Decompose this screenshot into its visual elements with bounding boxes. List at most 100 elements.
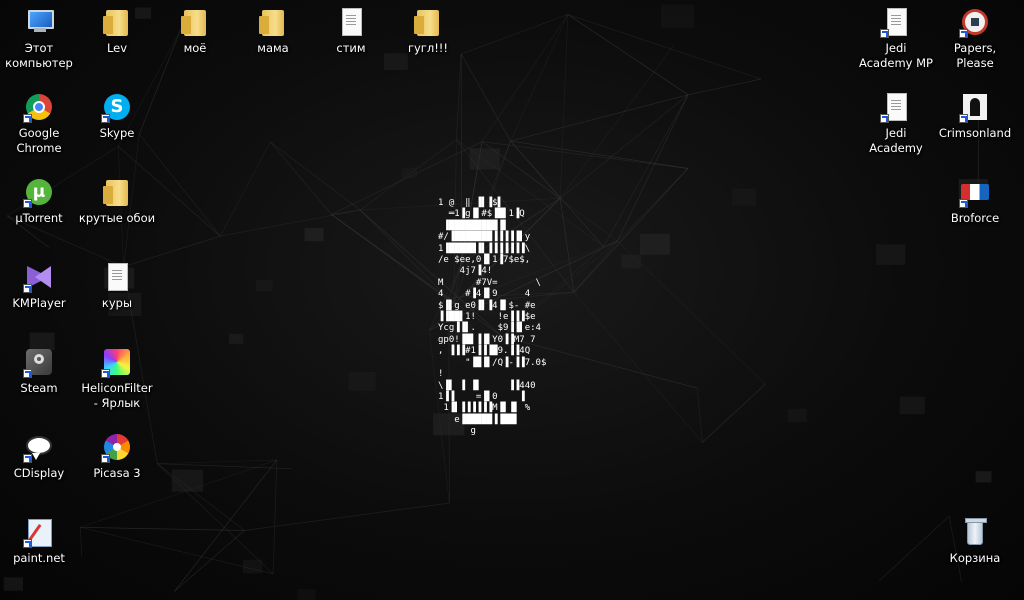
wallpaper-line (220, 209, 361, 237)
wallpaper-line (272, 459, 278, 574)
cdisplay-icon (23, 431, 55, 463)
wallpaper-line (157, 459, 277, 465)
wallpaper-line (688, 78, 761, 96)
icon-label: Корзина (949, 551, 1001, 565)
wallpaper-line (696, 388, 703, 443)
wallpaper-bokeh (876, 244, 906, 265)
wallpaper-bokeh (256, 279, 273, 292)
document-icon (101, 261, 133, 293)
icon-label: CDisplay (13, 466, 65, 480)
wallpaper-line (559, 45, 674, 199)
wallpaper-line (559, 94, 689, 199)
wallpaper-line (331, 214, 455, 305)
wallpaper-line (270, 141, 332, 215)
wallpaper-ascii-skull: 1 @ ‖ ▐▌▐$▌ ═1▐g▐▌#$▐█▌1▐Q ▐█████████▐▌ … (438, 198, 578, 436)
icon-label: µTorrent (15, 211, 63, 225)
user-folder-icon (101, 6, 133, 38)
desktop: 1 @ ‖ ▐▌▐$▌ ═1▐g▐▌#$▐█▌1▐Q ▐█████████▐▌ … (0, 0, 1024, 600)
wallpaper-bokeh (469, 148, 500, 170)
desktop-icon-krutye-oboi[interactable]: крутые обои (78, 176, 156, 226)
wallpaper-line (174, 530, 245, 592)
chrome-icon (23, 91, 55, 123)
desktop-icon-cdisplay[interactable]: CDisplay (0, 431, 78, 481)
desktop-icon-moyo[interactable]: моё (156, 6, 234, 56)
desktop-icon-skype[interactable]: S Skype (78, 91, 156, 141)
folder-icon (412, 6, 444, 38)
desktop-icon-paint-net[interactable]: paint.net (0, 516, 78, 566)
wallpaper-bokeh (242, 559, 263, 574)
icon-label: Jedi Academy MP (859, 41, 933, 70)
wallpaper-line (510, 140, 561, 199)
icon-label: Broforce (950, 211, 1000, 225)
icon-label: paint.net (13, 551, 65, 565)
picasa-icon (101, 431, 133, 463)
desktop-icon-gugl[interactable]: гугл!!! (389, 6, 467, 56)
wallpaper-line (270, 141, 361, 211)
icon-label: Picasa 3 (93, 466, 141, 480)
icon-label: Crimsonland (938, 126, 1012, 140)
wallpaper-line (220, 141, 271, 237)
wallpaper-line (617, 168, 689, 242)
wallpaper-line (603, 94, 689, 247)
icon-label: Этот компьютер (5, 41, 73, 70)
desktop-icon-lev[interactable]: Lev (78, 6, 156, 56)
wallpaper-line (559, 14, 569, 199)
ascii-art-text: 1 @ ‖ ▐▌▐$▌ ═1▐g▐▌#$▐█▌1▐Q ▐█████████▐▌ … (438, 198, 547, 437)
wallpaper-line (573, 292, 703, 443)
wallpaper-line (481, 14, 569, 142)
skype-icon: S (101, 91, 133, 123)
icon-label: моё (183, 41, 207, 55)
desktop-icon-jedi-academy[interactable]: Jedi Academy (857, 91, 935, 156)
steam-icon (23, 346, 55, 378)
icon-label: куры (101, 296, 133, 310)
desktop-icon-mama[interactable]: мама (234, 6, 312, 56)
icon-label: HeliconFilter - Ярлык (81, 381, 153, 410)
desktop-icon-kmplayer[interactable]: KMPlayer (0, 261, 78, 311)
wallpaper-bokeh (297, 589, 316, 600)
wallpaper-line (573, 168, 689, 293)
desktop-icon-broforce[interactable]: Broforce (936, 176, 1014, 226)
icon-label: Steam (20, 381, 58, 395)
icon-label: Papers, Please (953, 41, 997, 70)
desktop-icon-jedi-academy-mp[interactable]: Jedi Academy MP (857, 6, 935, 71)
desktop-icon-crimsonland[interactable]: Crimsonland (936, 91, 1014, 141)
wallpaper-bokeh (304, 227, 324, 242)
desktop-icon-papers-please[interactable]: Papers, Please (936, 6, 1014, 71)
desktop-icon-heliconfilter[interactable]: HeliconFilter - Ярлык (78, 346, 156, 411)
wallpaper-bokeh (3, 577, 24, 591)
wallpaper-line (617, 94, 689, 242)
document-icon (880, 6, 912, 38)
desktop-icon-picasa[interactable]: Picasa 3 (78, 431, 156, 481)
desktop-icon-kury[interactable]: куры (78, 261, 156, 311)
wallpaper-bokeh (899, 396, 925, 415)
desktop-icon-stim[interactable]: стим (312, 6, 390, 56)
icon-label: мама (257, 41, 289, 55)
wallpaper-bokeh (787, 408, 807, 423)
wallpaper-bokeh (639, 233, 670, 255)
folder-icon (257, 6, 289, 38)
wallpaper-line (510, 94, 689, 142)
paintnet-icon (23, 516, 55, 548)
computer-icon (23, 6, 55, 38)
wallpaper-line (460, 53, 511, 142)
crimsonland-icon (959, 91, 991, 123)
desktop-icon-utorrent[interactable]: µ µTorrent (0, 176, 78, 226)
broforce-icon (959, 176, 991, 208)
desktop-icon-steam[interactable]: Steam (0, 346, 78, 396)
folder-icon (101, 176, 133, 208)
desktop-icon-this-computer[interactable]: Этот компьютер (0, 6, 78, 71)
document-icon (335, 6, 367, 38)
icon-label: гугл!!! (407, 41, 449, 55)
desktop-icon-recycle-bin[interactable]: Корзина (936, 516, 1014, 566)
icon-label: стим (336, 41, 366, 55)
wallpaper-bokeh (660, 4, 695, 28)
icon-label: Lev (106, 41, 128, 55)
wallpaper-bokeh (228, 333, 244, 344)
wallpaper-bokeh (621, 254, 641, 269)
icon-label: Google Chrome (16, 126, 62, 155)
icon-label: KMPlayer (12, 296, 66, 310)
wallpaper-line (455, 54, 462, 140)
wallpaper-line (702, 383, 766, 443)
icon-label: Jedi Academy (869, 126, 923, 155)
desktop-icon-google-chrome[interactable]: Google Chrome (0, 91, 78, 156)
